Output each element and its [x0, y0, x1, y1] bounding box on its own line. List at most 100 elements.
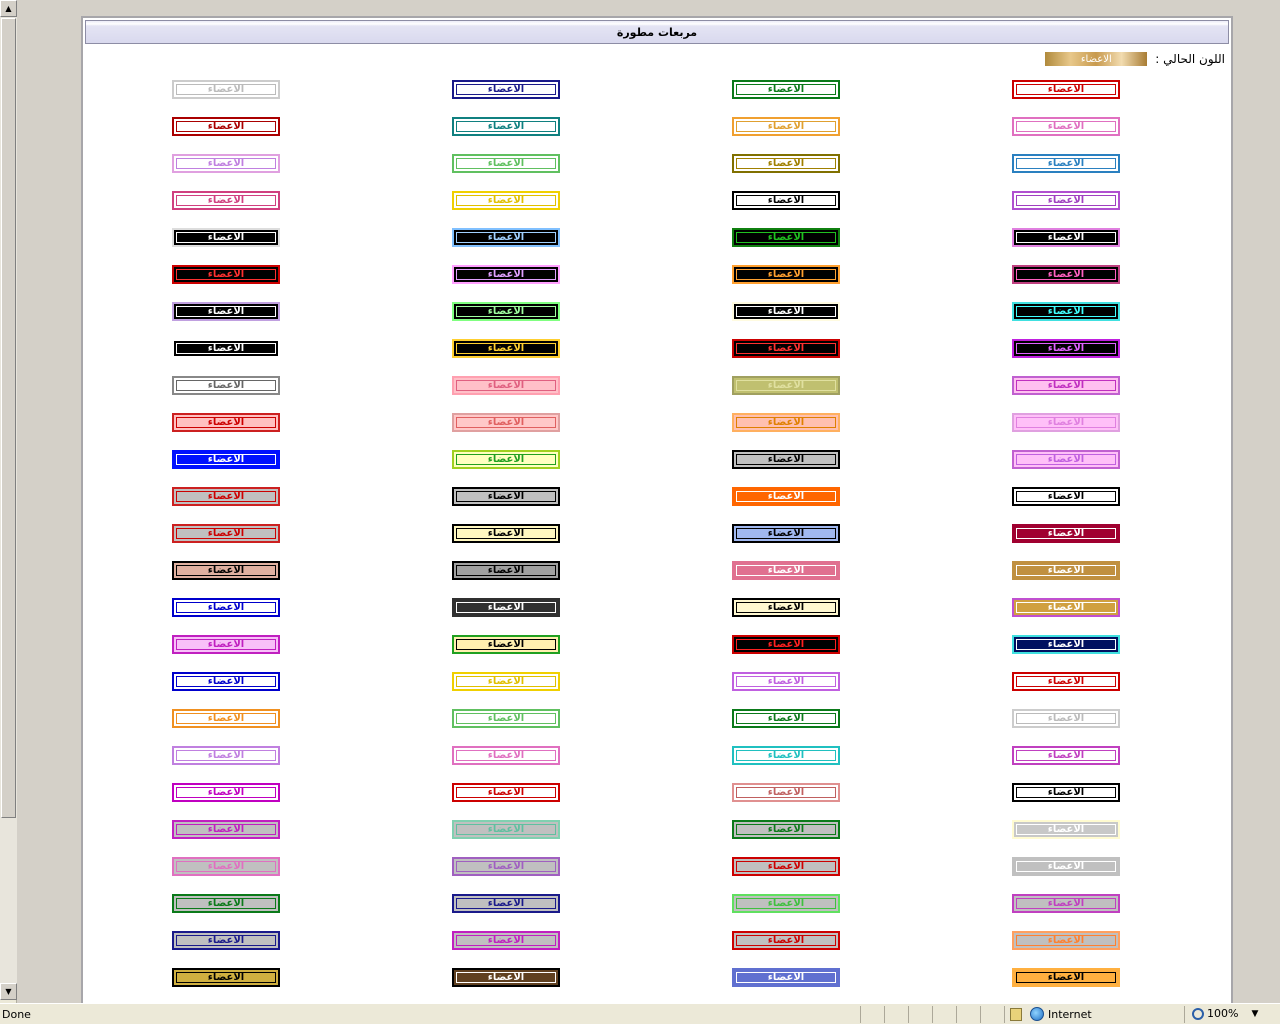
style-box-option[interactable]: الاعضاء: [732, 154, 840, 173]
style-box-option[interactable]: الاعضاء: [452, 968, 560, 987]
style-box-option[interactable]: الاعضاء: [732, 894, 840, 913]
style-box-option[interactable]: الاعضاء: [732, 339, 840, 358]
style-box-option[interactable]: الاعضاء: [1012, 339, 1120, 358]
style-box-option[interactable]: الاعضاء: [452, 117, 560, 136]
style-box-option[interactable]: الاعضاء: [732, 598, 840, 617]
style-box-option[interactable]: الاعضاء: [452, 228, 560, 247]
style-box-option[interactable]: الاعضاء: [452, 598, 560, 617]
style-box-option[interactable]: الاعضاء: [1012, 783, 1120, 802]
style-box-option[interactable]: الاعضاء: [732, 487, 840, 506]
style-box-option[interactable]: الاعضاء: [732, 672, 840, 691]
vertical-scrollbar[interactable]: ▲ ▼: [0, 0, 17, 1003]
style-box-option[interactable]: الاعضاء: [1012, 524, 1120, 543]
style-box-option[interactable]: الاعضاء: [1012, 154, 1120, 173]
style-box-option[interactable]: الاعضاء: [452, 154, 560, 173]
style-box-option[interactable]: الاعضاء: [732, 450, 840, 469]
style-box-option[interactable]: الاعضاء: [452, 339, 560, 358]
style-box-option[interactable]: الاعضاء: [732, 524, 840, 543]
style-box-option[interactable]: الاعضاء: [1012, 635, 1120, 654]
style-box-option[interactable]: الاعضاء: [732, 191, 840, 210]
style-box-option[interactable]: الاعضاء: [1012, 376, 1120, 395]
style-box-option[interactable]: الاعضاء: [172, 931, 280, 950]
style-box-option[interactable]: الاعضاء: [1012, 857, 1120, 876]
style-box-option[interactable]: الاعضاء: [452, 931, 560, 950]
style-box-option[interactable]: الاعضاء: [172, 487, 280, 506]
style-box-option[interactable]: الاعضاء: [172, 561, 280, 580]
scroll-down-button[interactable]: ▼: [0, 983, 17, 1000]
style-box-option[interactable]: الاعضاء: [1012, 487, 1120, 506]
style-box-option[interactable]: الاعضاء: [452, 265, 560, 284]
style-box-option[interactable]: الاعضاء: [732, 228, 840, 247]
style-box-option[interactable]: الاعضاء: [172, 746, 280, 765]
style-box-option[interactable]: الاعضاء: [452, 191, 560, 210]
style-box-option[interactable]: الاعضاء: [1012, 820, 1120, 839]
style-box-option[interactable]: الاعضاء: [732, 376, 840, 395]
style-box-option[interactable]: الاعضاء: [452, 376, 560, 395]
style-box-option[interactable]: الاعضاء: [1012, 450, 1120, 469]
style-box-option[interactable]: الاعضاء: [732, 709, 840, 728]
style-box-option[interactable]: الاعضاء: [172, 117, 280, 136]
style-box-option[interactable]: الاعضاء: [172, 783, 280, 802]
style-box-option[interactable]: الاعضاء: [172, 265, 280, 284]
style-box-option[interactable]: الاعضاء: [172, 376, 280, 395]
style-box-option[interactable]: الاعضاء: [1012, 931, 1120, 950]
style-box-option[interactable]: الاعضاء: [1012, 968, 1120, 987]
style-box-option[interactable]: الاعضاء: [172, 857, 280, 876]
style-box-option[interactable]: الاعضاء: [1012, 598, 1120, 617]
style-box-option[interactable]: الاعضاء: [1012, 228, 1120, 247]
style-box-option[interactable]: الاعضاء: [452, 413, 560, 432]
style-box-option[interactable]: الاعضاء: [172, 524, 280, 543]
style-box-option[interactable]: الاعضاء: [1012, 265, 1120, 284]
style-box-option[interactable]: الاعضاء: [172, 598, 280, 617]
style-box-option[interactable]: الاعضاء: [452, 709, 560, 728]
style-box-option[interactable]: الاعضاء: [732, 931, 840, 950]
security-zone[interactable]: Internet: [1030, 1007, 1092, 1021]
style-box-option[interactable]: الاعضاء: [1012, 672, 1120, 691]
zoom-control[interactable]: 100% ▼: [1192, 1007, 1258, 1020]
style-box-option[interactable]: الاعضاء: [1012, 302, 1120, 321]
style-box-option[interactable]: الاعضاء: [452, 857, 560, 876]
style-box-option[interactable]: الاعضاء: [1012, 413, 1120, 432]
style-box-option[interactable]: الاعضاء: [732, 820, 840, 839]
style-box-option[interactable]: الاعضاء: [1012, 746, 1120, 765]
style-box-option[interactable]: الاعضاء: [452, 820, 560, 839]
security-lock-icon[interactable]: [1010, 1008, 1022, 1021]
style-box-option[interactable]: الاعضاء: [452, 487, 560, 506]
style-box-option[interactable]: الاعضاء: [172, 968, 280, 987]
style-box-option[interactable]: الاعضاء: [732, 968, 840, 987]
style-box-option[interactable]: الاعضاء: [172, 820, 280, 839]
style-box-option[interactable]: الاعضاء: [732, 561, 840, 580]
style-box-option[interactable]: الاعضاء: [1012, 561, 1120, 580]
scroll-thumb[interactable]: [1, 18, 16, 818]
style-box-option[interactable]: الاعضاء: [172, 672, 280, 691]
style-box-option[interactable]: الاعضاء: [452, 894, 560, 913]
style-box-option[interactable]: الاعضاء: [172, 191, 280, 210]
scroll-up-button[interactable]: ▲: [0, 0, 17, 17]
style-box-option[interactable]: الاعضاء: [1012, 709, 1120, 728]
style-box-option[interactable]: الاعضاء: [732, 783, 840, 802]
style-box-option[interactable]: الاعضاء: [172, 635, 280, 654]
style-box-option[interactable]: الاعضاء: [732, 746, 840, 765]
style-box-option[interactable]: الاعضاء: [452, 746, 560, 765]
style-box-option[interactable]: الاعضاء: [452, 672, 560, 691]
style-box-option[interactable]: الاعضاء: [732, 413, 840, 432]
style-box-option[interactable]: الاعضاء: [452, 524, 560, 543]
style-box-option[interactable]: الاعضاء: [172, 709, 280, 728]
style-box-option[interactable]: الاعضاء: [172, 228, 280, 247]
style-box-option[interactable]: الاعضاء: [172, 154, 280, 173]
style-box-option[interactable]: الاعضاء: [732, 302, 840, 321]
style-box-option[interactable]: الاعضاء: [172, 339, 280, 358]
style-box-option[interactable]: الاعضاء: [452, 783, 560, 802]
style-box-option[interactable]: الاعضاء: [732, 117, 840, 136]
style-box-option[interactable]: الاعضاء: [452, 450, 560, 469]
style-box-option[interactable]: الاعضاء: [732, 265, 840, 284]
style-box-option[interactable]: الاعضاء: [732, 857, 840, 876]
style-box-option[interactable]: الاعضاء: [1012, 117, 1120, 136]
style-box-option[interactable]: الاعضاء: [732, 635, 840, 654]
style-box-option[interactable]: الاعضاء: [172, 894, 280, 913]
style-box-option[interactable]: الاعضاء: [452, 302, 560, 321]
style-box-option[interactable]: الاعضاء: [1012, 894, 1120, 913]
style-box-option[interactable]: الاعضاء: [172, 302, 280, 321]
style-box-option[interactable]: الاعضاء: [452, 80, 560, 99]
style-box-option[interactable]: الاعضاء: [452, 561, 560, 580]
